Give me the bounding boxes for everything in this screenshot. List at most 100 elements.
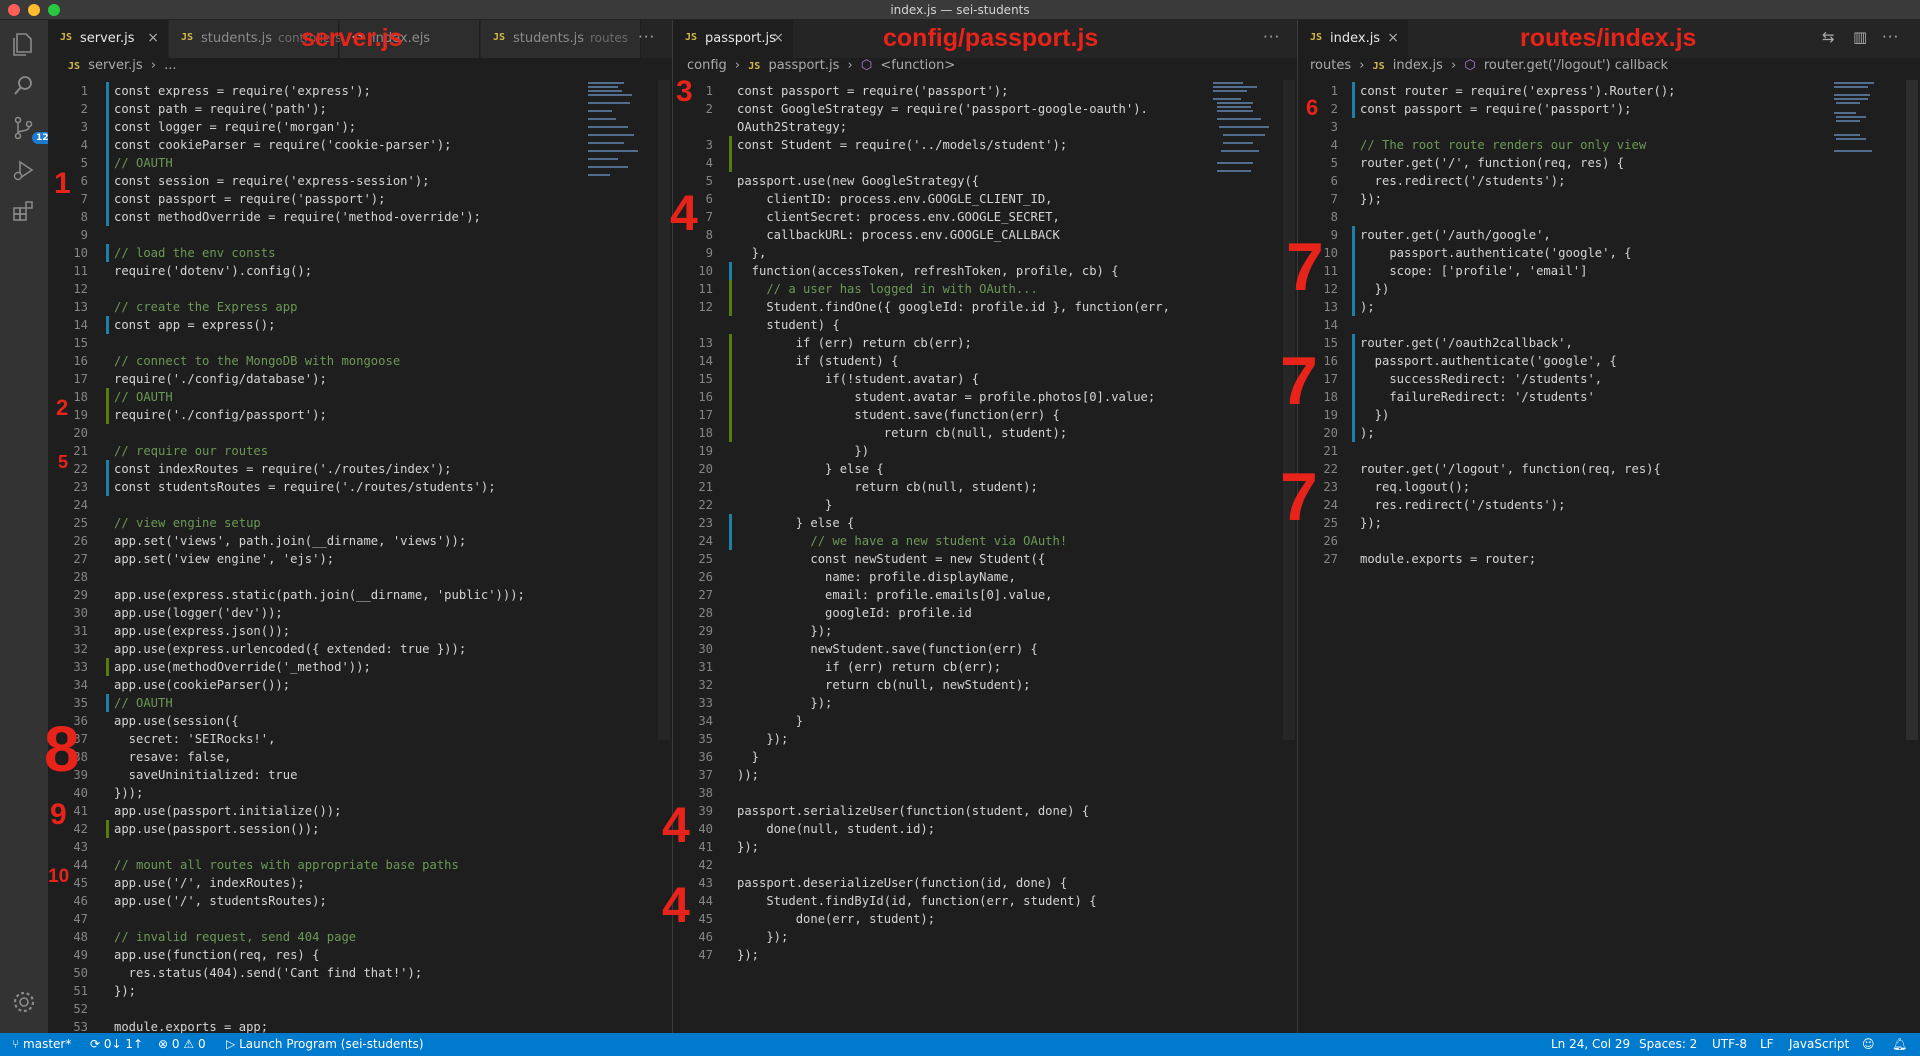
code-line[interactable]: 46 }); <box>673 928 1297 946</box>
code-line[interactable]: 23 req.logout(); <box>1298 478 1920 496</box>
code-line[interactable]: 3 const Student = require('../models/stud… <box>673 136 1297 154</box>
code-line[interactable]: 43 passport.deserializeUser(function(id, … <box>673 874 1297 892</box>
code-line[interactable]: 2 const path = require('path'); <box>48 100 672 118</box>
modified-line-marker[interactable] <box>1352 226 1355 244</box>
code-line[interactable]: 52 <box>48 1000 672 1018</box>
code-line[interactable]: 27 email: profile.emails[0].value, <box>673 586 1297 604</box>
code-line[interactable]: 32 return cb(null, newStudent); <box>673 676 1297 694</box>
modified-line-marker[interactable] <box>106 190 109 208</box>
vertical-scrollbar[interactable] <box>1906 80 1918 740</box>
code-line[interactable]: 31 app.use(express.json()); <box>48 622 672 640</box>
modified-line-marker[interactable] <box>1352 406 1355 424</box>
modified-line-marker[interactable] <box>106 694 109 712</box>
modified-line-marker[interactable] <box>106 172 109 190</box>
modified-line-marker[interactable] <box>1352 334 1355 352</box>
vertical-scrollbar[interactable] <box>658 80 670 740</box>
code-line[interactable]: 53 module.exports = app; <box>48 1018 672 1033</box>
tab-server-js[interactable]: JS server.js × <box>48 20 168 58</box>
code-line[interactable]: 2 const GoogleStrategy = require('passpor… <box>673 100 1297 118</box>
more-actions-icon[interactable]: ··· <box>638 28 655 46</box>
code-line[interactable]: 25 const newStudent = new Student({ <box>673 550 1297 568</box>
minimap[interactable] <box>588 80 648 200</box>
modified-line-marker[interactable] <box>729 514 732 532</box>
code-line[interactable]: 19 }) <box>1298 406 1920 424</box>
code-line[interactable]: 16 // connect to the MongoDB with mongoos… <box>48 352 672 370</box>
code-line[interactable]: 16 passport.authenticate('google', { <box>1298 352 1920 370</box>
code-line[interactable]: 20 <box>48 424 672 442</box>
modified-line-marker[interactable] <box>1352 280 1355 298</box>
source-control-icon[interactable]: 12 <box>10 114 53 144</box>
code-line[interactable]: 41 app.use(passport.initialize()); <box>48 802 672 820</box>
code-line[interactable]: 42 <box>673 856 1297 874</box>
code-line[interactable]: 50 res.status(404).send('Cant find that!… <box>48 964 672 982</box>
code-line[interactable]: 51}); <box>48 982 672 1000</box>
code-line[interactable]: 31 if (err) return cb(err); <box>673 658 1297 676</box>
code-line[interactable]: 13 if (err) return cb(err); <box>673 334 1297 352</box>
code-line[interactable]: 15 <box>48 334 672 352</box>
code-line[interactable]: 12 }) <box>1298 280 1920 298</box>
added-line-marker[interactable] <box>729 298 732 316</box>
code-line[interactable]: 6 const session = require('express-sessio… <box>48 172 672 190</box>
code-line[interactable]: 48 // invalid request, send 404 page <box>48 928 672 946</box>
code-line[interactable]: 19 require('./config/passport'); <box>48 406 672 424</box>
code-line[interactable]: 4 // The root route renders our only view <box>1298 136 1920 154</box>
git-branch[interactable]: ⑂ master* <box>12 1037 71 1051</box>
language-mode[interactable]: JavaScript <box>1789 1037 1849 1051</box>
code-line[interactable]: 39 saveUninitialized: true <box>48 766 672 784</box>
code-line[interactable]: 12 Student.findOne({ googleId: profile.i… <box>673 298 1297 316</box>
code-line[interactable]: 42 app.use(passport.session()); <box>48 820 672 838</box>
code-line[interactable]: 37 secret: 'SEIRocks!', <box>48 730 672 748</box>
tab-students-routes[interactable]: JS students.js routes <box>481 20 641 58</box>
code-line[interactable]: 17 successRedirect: '/students', <box>1298 370 1920 388</box>
code-line[interactable]: 44 Student.findById(id, function(err, st… <box>673 892 1297 910</box>
code-line[interactable]: 47 <box>48 910 672 928</box>
code-line[interactable]: 44// mount all routes with appropriate b… <box>48 856 672 874</box>
more-actions-icon[interactable]: ··· <box>1882 28 1899 46</box>
code-line[interactable]: 1 const router = require('express').Route… <box>1298 82 1920 100</box>
added-line-marker[interactable] <box>729 388 732 406</box>
code-line[interactable]: 32 app.use(express.urlencoded({ extended:… <box>48 640 672 658</box>
code-line[interactable]: 13); <box>1298 298 1920 316</box>
code-line[interactable]: 49 app.use(function(req, res) { <box>48 946 672 964</box>
code-line[interactable]: 9 }, <box>673 244 1297 262</box>
code-line[interactable]: 35 // OAUTH <box>48 694 672 712</box>
indentation[interactable]: Spaces: 2 <box>1639 1037 1697 1051</box>
code-line[interactable]: 1 const passport = require('passport'); <box>673 82 1297 100</box>
code-line[interactable]: 34 } <box>673 712 1297 730</box>
encoding[interactable]: UTF-8 <box>1712 1037 1747 1051</box>
added-line-marker[interactable] <box>106 820 109 838</box>
notifications-icon[interactable]: 🔔︎ <box>1892 1037 1907 1051</box>
close-icon[interactable]: × <box>1387 30 1399 46</box>
code-line[interactable]: 21 <box>1298 442 1920 460</box>
modified-line-marker[interactable] <box>1352 352 1355 370</box>
code-line[interactable]: 8 <box>1298 208 1920 226</box>
code-line[interactable]: 15 router.get('/oauth2callback', <box>1298 334 1920 352</box>
added-line-marker[interactable] <box>106 406 109 424</box>
code-line[interactable]: 14 if (student) { <box>673 352 1297 370</box>
added-line-marker[interactable] <box>106 658 109 676</box>
code-line[interactable]: 22 router.get('/logout', function(req, re… <box>1298 460 1920 478</box>
code-line[interactable]: 26 <box>1298 532 1920 550</box>
code-line[interactable]: 29 }); <box>673 622 1297 640</box>
code-line[interactable]: 38 <box>673 784 1297 802</box>
modified-line-marker[interactable] <box>106 244 109 262</box>
code-line[interactable]: 21// require our routes <box>48 442 672 460</box>
code-line[interactable]: 46 app.use('/', studentsRoutes); <box>48 892 672 910</box>
breadcrumb-symbol[interactable]: router.get('/logout') callback <box>1484 58 1668 73</box>
code-line[interactable]: 24 <box>48 496 672 514</box>
code-line[interactable]: 14 <box>1298 316 1920 334</box>
code-line[interactable]: 16 student.avatar = profile.photos[0].va… <box>673 388 1297 406</box>
code-line[interactable]: 18 return cb(null, student); <box>673 424 1297 442</box>
added-line-marker[interactable] <box>729 280 732 298</box>
breadcrumb-symbol[interactable]: ... <box>164 58 176 73</box>
code-line[interactable]: 6 clientID: process.env.GOOGLE_CLIENT_ID… <box>673 190 1297 208</box>
code-line[interactable]: 8 const methodOverride = require('method-… <box>48 208 672 226</box>
split-editor-icon[interactable]: ▥ <box>1853 28 1868 46</box>
code-line[interactable]: student) { <box>673 316 1297 334</box>
code-line[interactable]: 36 } <box>673 748 1297 766</box>
code-line[interactable]: 5// OAUTH <box>48 154 672 172</box>
breadcrumb-file[interactable]: passport.js <box>768 58 839 73</box>
code-line[interactable]: 20); <box>1298 424 1920 442</box>
added-line-marker[interactable] <box>729 352 732 370</box>
code-line[interactable]: 40 done(null, student.id); <box>673 820 1297 838</box>
